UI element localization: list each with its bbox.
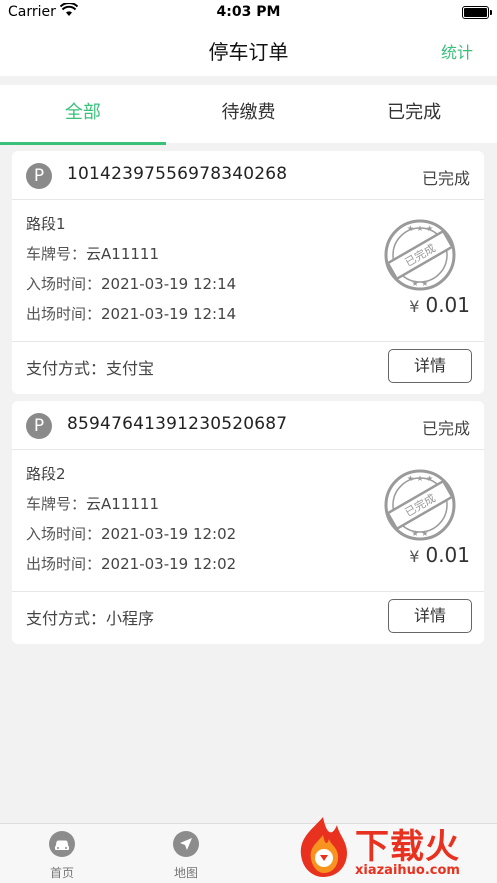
plate-value: 云A11111 bbox=[86, 245, 159, 263]
entry-time-value: 2021-03-19 12:02 bbox=[101, 525, 237, 543]
parking-icon: P bbox=[26, 163, 52, 189]
payment-label: 支付方式： bbox=[26, 609, 107, 628]
entry-time-row: 入场时间：2021-03-19 12:14 bbox=[26, 273, 236, 294]
watermark-logo: 下载火 xiazaihuo.com bbox=[293, 815, 497, 883]
tabbar-label-map: 地图 bbox=[173, 866, 198, 880]
page-title: 停车订单 bbox=[208, 40, 289, 64]
plate-value: 云A11111 bbox=[86, 495, 159, 513]
order-number: 10142397556978340268 bbox=[67, 164, 288, 184]
plate-label: 车牌号： bbox=[26, 245, 87, 263]
exit-time-value: 2021-03-19 12:14 bbox=[101, 305, 237, 323]
amount-value: 0.01 bbox=[425, 543, 470, 567]
order-status: 已完成 bbox=[421, 169, 470, 188]
entry-time-label: 入场时间： bbox=[26, 275, 102, 293]
exit-time-row: 出场时间：2021-03-19 12:14 bbox=[26, 303, 236, 324]
nav-bar: 停车订单 统计 bbox=[0, 26, 497, 76]
status-bar: Carrier 4:03 PM bbox=[0, 0, 497, 26]
plate-row: 车牌号：云A11111 bbox=[26, 243, 159, 264]
road-segment: 路段1 bbox=[26, 215, 66, 233]
order-amount: ¥0.01 bbox=[409, 543, 470, 567]
divider bbox=[12, 341, 484, 342]
payment-row: 支付方式：支付宝 bbox=[26, 355, 154, 379]
entry-time-value: 2021-03-19 12:14 bbox=[101, 275, 237, 293]
divider bbox=[12, 591, 484, 592]
completed-stamp-icon: ★ ★ ★ ★ ★ 已完成 bbox=[384, 469, 456, 541]
exit-time-row: 出场时间：2021-03-19 12:02 bbox=[26, 553, 236, 574]
tab-completed[interactable]: 已完成 bbox=[331, 85, 497, 143]
parking-icon: P bbox=[26, 413, 52, 439]
order-number: 85947641391230520687 bbox=[67, 414, 288, 434]
exit-time-value: 2021-03-19 12:02 bbox=[101, 555, 237, 573]
tabbar-label-home: 首页 bbox=[49, 866, 74, 880]
svg-text:★ ★ ★: ★ ★ ★ bbox=[407, 224, 434, 233]
order-card[interactable]: P 85947641391230520687 已完成 路段2 车牌号：云A111… bbox=[12, 401, 484, 644]
svg-text:★ ★: ★ ★ bbox=[412, 529, 429, 538]
navigation-arrow-icon bbox=[173, 831, 199, 857]
car-icon bbox=[49, 831, 75, 857]
plate-label: 车牌号： bbox=[26, 495, 87, 513]
entry-time-label: 入场时间： bbox=[26, 525, 102, 543]
statistics-button[interactable]: 统计 bbox=[441, 39, 473, 63]
payment-method: 小程序 bbox=[106, 609, 155, 628]
entry-time-row: 入场时间：2021-03-19 12:02 bbox=[26, 523, 236, 544]
road-segment: 路段2 bbox=[26, 465, 66, 483]
tabbar-item-home[interactable]: 首页 bbox=[27, 830, 97, 881]
detail-button[interactable]: 详情 bbox=[388, 599, 472, 633]
order-card-header: P 10142397556978340268 已完成 bbox=[12, 151, 484, 200]
svg-text:★ ★ ★: ★ ★ ★ bbox=[407, 474, 434, 483]
tabbar-item-map[interactable]: 地图 bbox=[151, 830, 221, 881]
exit-time-label: 出场时间： bbox=[26, 555, 102, 573]
order-tabs: 全部 待缴费 已完成 bbox=[0, 85, 497, 145]
exit-time-label: 出场时间： bbox=[26, 305, 102, 323]
payment-row: 支付方式：小程序 bbox=[26, 605, 154, 629]
battery-icon bbox=[462, 6, 492, 19]
status-time: 4:03 PM bbox=[216, 4, 281, 20]
payment-label: 支付方式： bbox=[26, 359, 107, 378]
plate-row: 车牌号：云A11111 bbox=[26, 493, 159, 514]
watermark-url: xiazaihuo.com bbox=[355, 863, 460, 878]
tab-all[interactable]: 全部 bbox=[0, 85, 166, 145]
currency-symbol: ¥ bbox=[409, 297, 420, 316]
flame-logo-icon bbox=[300, 817, 347, 877]
order-amount: ¥0.01 bbox=[409, 293, 470, 317]
order-card-header: P 85947641391230520687 已完成 bbox=[12, 401, 484, 450]
order-status: 已完成 bbox=[421, 419, 470, 438]
detail-button[interactable]: 详情 bbox=[388, 349, 472, 383]
currency-symbol: ¥ bbox=[409, 547, 420, 566]
payment-method: 支付宝 bbox=[106, 359, 155, 378]
watermark-text: 下载火 bbox=[355, 827, 460, 867]
tab-unpaid[interactable]: 待缴费 bbox=[166, 85, 332, 143]
order-card[interactable]: P 10142397556978340268 已完成 路段1 车牌号：云A111… bbox=[12, 151, 484, 394]
svg-text:★ ★: ★ ★ bbox=[412, 279, 429, 288]
amount-value: 0.01 bbox=[425, 293, 470, 317]
completed-stamp-icon: ★ ★ ★ ★ ★ 已完成 bbox=[384, 219, 456, 291]
